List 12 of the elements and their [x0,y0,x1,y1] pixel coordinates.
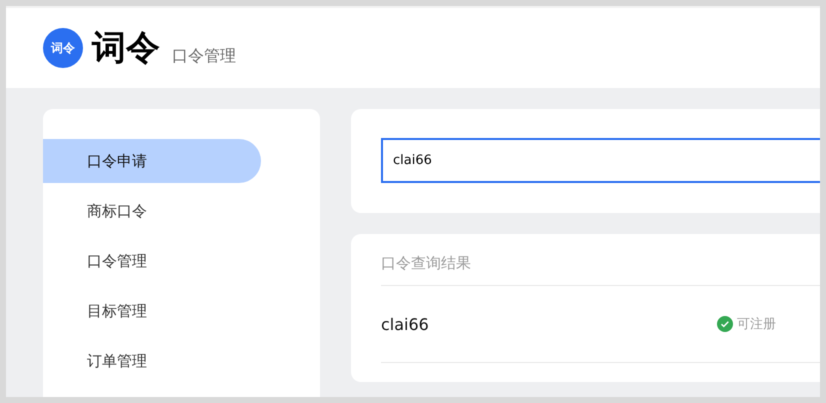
results-title: 口令查询结果 [381,234,820,286]
page-subtitle: 口令管理 [172,46,236,66]
search-field[interactable]: clai66 [381,138,820,183]
sidebar-item[interactable]: 目标管理 [43,289,261,333]
status-label: 可注册 [737,316,776,333]
result-name: clai66 [381,314,430,334]
sidebar-item[interactable]: 商标口令 [43,189,261,233]
sidebar-item[interactable]: 口令申请 [43,139,261,183]
app-title: 词令 [92,27,160,70]
sidebar-item[interactable]: 订单管理 [43,339,261,383]
sidebar-item[interactable]: 口令管理 [43,239,261,283]
logo-icon: 词令 [43,28,83,68]
